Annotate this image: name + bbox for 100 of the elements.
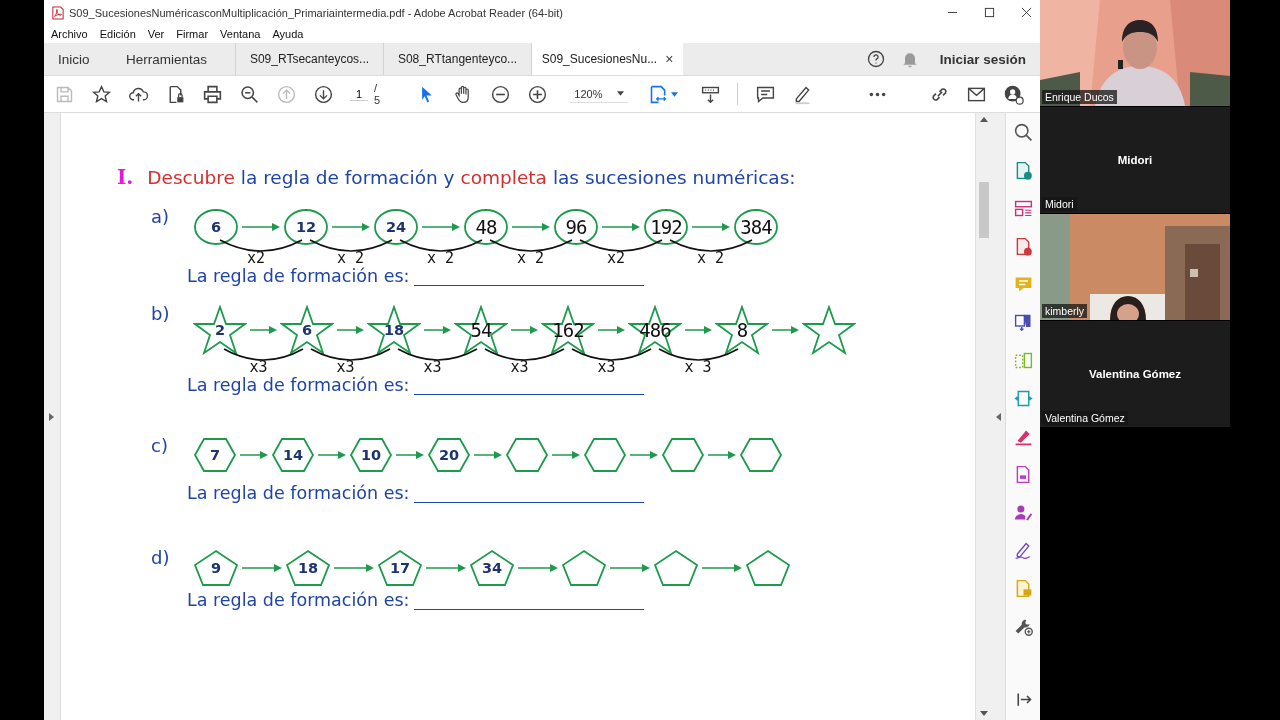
handwritten-number: 162: [552, 319, 584, 341]
heading-text: las sucesiones numéricas:: [552, 167, 796, 188]
handwritten-number: 8: [736, 319, 748, 341]
handwritten-multiplier: x 2: [517, 251, 545, 266]
item-letter: d): [151, 547, 171, 568]
pentagon-node: [561, 549, 607, 587]
node-number: 18: [383, 322, 405, 338]
node-number: 24: [385, 219, 407, 235]
caret-icon: [616, 91, 624, 96]
participant-name: Midori: [1117, 154, 1153, 166]
handwritten-number: 48: [475, 216, 497, 238]
heading-text: completa: [460, 167, 547, 188]
handwritten-number: 384: [740, 216, 772, 238]
nav-tab[interactable]: Herramientas: [112, 43, 222, 75]
page-number-field[interactable]: 1: [350, 87, 368, 101]
node-number: 9: [210, 560, 222, 576]
star-node: [541, 305, 595, 355]
document-tab[interactable]: S09_RTsecanteycos...: [235, 43, 384, 75]
maximize-icon[interactable]: [984, 7, 995, 18]
oval-node: [373, 208, 419, 246]
tab-label[interactable]: S09_SucesionesNu...: [541, 52, 658, 66]
layout-icon[interactable]: [1012, 198, 1034, 219]
menu-item[interactable]: Firmar: [176, 28, 209, 40]
zoom-in-icon[interactable]: [527, 83, 549, 105]
name-label: kimberly: [1042, 304, 1088, 318]
node-number: 10: [360, 447, 382, 463]
search-icon[interactable]: [239, 83, 260, 105]
handwritten-number: 192: [650, 216, 682, 238]
handwritten-number: 486: [639, 319, 671, 341]
nav-tab[interactable]: Inicio: [44, 43, 112, 75]
star-icon[interactable]: [91, 83, 112, 105]
down-circle-icon[interactable]: [313, 83, 334, 105]
handwritten-multiplier: x3: [249, 360, 268, 375]
oval-node: [463, 208, 509, 246]
menu-item[interactable]: Archivo: [51, 28, 88, 40]
name-label: Valentina Gómez: [1042, 411, 1128, 425]
zoom-icon[interactable]: [1012, 122, 1034, 143]
zoom-dropdown[interactable]: 120%: [570, 85, 628, 103]
scroll-up-icon[interactable]: [979, 117, 988, 122]
hexagon-node: [505, 437, 549, 473]
window-title: S09_SucesionesNuméricasconMultiplicación_Primariaintermedia.pdf - Adobe Acrobat Reader (64-bit): [69, 6, 565, 19]
node-number: 6: [210, 219, 222, 235]
rule-label: La regla de formación es:: [187, 266, 410, 286]
menu-item[interactable]: Ventana: [220, 28, 261, 40]
oval-node: [643, 208, 689, 246]
star-node: [280, 305, 334, 355]
handwritten-multiplier: x 3: [684, 360, 712, 375]
node-number: 2: [214, 322, 226, 338]
handwritten-multiplier: x3: [423, 360, 442, 375]
node-number: 18: [297, 560, 319, 576]
oval-node: [283, 208, 329, 246]
item-letter: b): [151, 303, 171, 324]
zoom-value[interactable]: 120%: [574, 87, 603, 100]
star-node: [802, 305, 856, 355]
hexagon-node: [583, 437, 627, 473]
user-add-icon[interactable]: [1003, 83, 1024, 105]
zoom-out-icon[interactable]: [490, 83, 512, 105]
document-tab[interactable]: S09_SucesionesNu... ×: [531, 43, 684, 75]
pentagon-node: [285, 549, 331, 587]
hexagon-node: [661, 437, 705, 473]
handwritten-multiplier: x3: [510, 360, 529, 375]
scroll-down-icon[interactable]: [979, 711, 988, 716]
close-icon[interactable]: [1021, 7, 1032, 18]
expand-panel-icon[interactable]: [49, 412, 55, 421]
handwritten-multiplier: x2: [247, 251, 266, 266]
pdf-file-icon: [52, 5, 64, 20]
name-label: Enrique Ducos: [1042, 90, 1117, 104]
hexagon-node: [349, 437, 393, 473]
node-number: 34: [481, 560, 503, 576]
print-icon[interactable]: [202, 83, 223, 105]
menu-item[interactable]: Ver: [147, 28, 165, 40]
tab-label[interactable]: S09_RTsecanteycos...: [249, 52, 370, 66]
star-node: [367, 305, 421, 355]
hexagon-node: [193, 437, 237, 473]
star-node: [454, 305, 508, 355]
tab-label[interactable]: S08_RTtangenteyco...: [397, 52, 518, 66]
rule-label: La regla de formación es:: [187, 483, 410, 503]
star-node: [628, 305, 682, 355]
heading-text: la regla de formación y: [240, 167, 455, 188]
node-number: 6: [301, 322, 313, 338]
close-tab-button[interactable]: ×: [665, 51, 674, 67]
help-icon[interactable]: [865, 49, 886, 69]
node-number: 20: [438, 447, 460, 463]
sign-in-button[interactable]: Iniciar sesión: [933, 43, 1040, 75]
collapse-panel-icon[interactable]: [995, 412, 1001, 421]
file-convert-icon[interactable]: [1012, 312, 1034, 333]
scrollbar-thumb[interactable]: [978, 182, 989, 238]
handwritten-multiplier: x 2: [697, 251, 725, 266]
star-node: [715, 305, 769, 355]
compress-icon[interactable]: [1012, 388, 1034, 409]
item-letter: a): [151, 206, 171, 227]
node-number: 17: [389, 560, 411, 576]
menu-item[interactable]: Ayuda: [272, 28, 304, 40]
handwritten-multiplier: x2: [607, 251, 626, 266]
rule-label: La regla de formación es:: [187, 375, 410, 395]
menu-item[interactable]: Edición: [99, 28, 136, 40]
handwritten-multiplier: x 2: [337, 251, 365, 266]
star-node: [193, 305, 247, 355]
node-number: 7: [209, 447, 221, 463]
hexagon-node: [739, 437, 783, 473]
